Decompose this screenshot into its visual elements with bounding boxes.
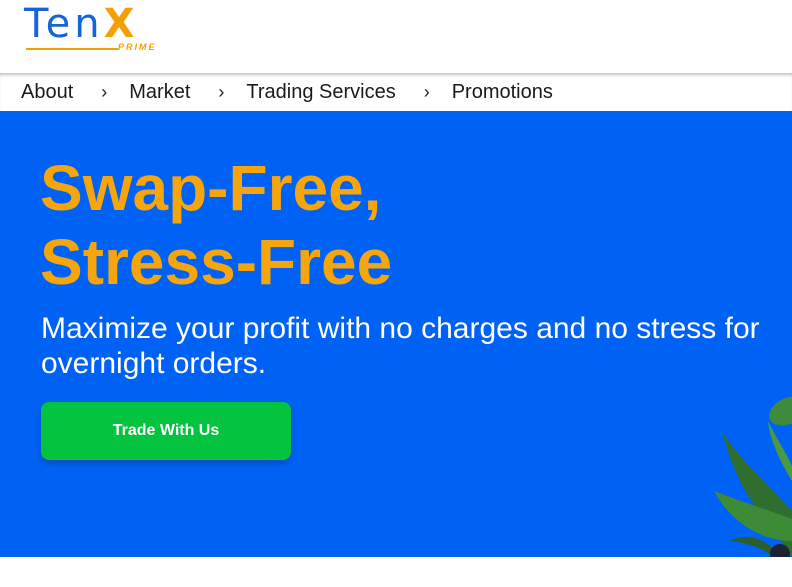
chevron-right-icon: › — [423, 81, 430, 102]
chevron-right-icon: › — [101, 81, 108, 102]
logo-underline — [26, 48, 118, 50]
tenx-prime-logo[interactable]: TenX PRIME — [24, 2, 164, 58]
site-header: TenX PRIME — [0, 0, 792, 73]
leaf-plant-icon — [714, 396, 792, 557]
logo-text-accent: X — [103, 1, 139, 47]
hero-subheadline: Maximize your profit with no charges and… — [41, 312, 760, 380]
nav-item-about[interactable]: About — [21, 81, 73, 104]
nav-item-promotions[interactable]: Promotions — [452, 81, 553, 104]
page-bottom-area — [0, 557, 792, 587]
nav-item-market[interactable]: Market — [129, 81, 190, 104]
hero-headline-line1: Swap-Free, — [40, 152, 382, 224]
chevron-right-icon: › — [218, 81, 225, 102]
nav-item-trading-services[interactable]: Trading Services — [246, 81, 395, 104]
logo-wordmark: TenX — [24, 2, 138, 46]
hero-banner: Swap-Free, Stress-Free Maximize your pro… — [0, 111, 792, 557]
main-navigation: About › Market › Trading Services › Prom… — [0, 73, 792, 111]
hero-headline-line2: Stress-Free — [40, 226, 393, 298]
hero-headline: Swap-Free, Stress-Free — [40, 151, 392, 299]
logo-text-main: Ten — [24, 1, 104, 47]
logo-subtext: PRIME — [118, 42, 157, 52]
trade-with-us-button[interactable]: Trade With Us — [41, 402, 291, 460]
